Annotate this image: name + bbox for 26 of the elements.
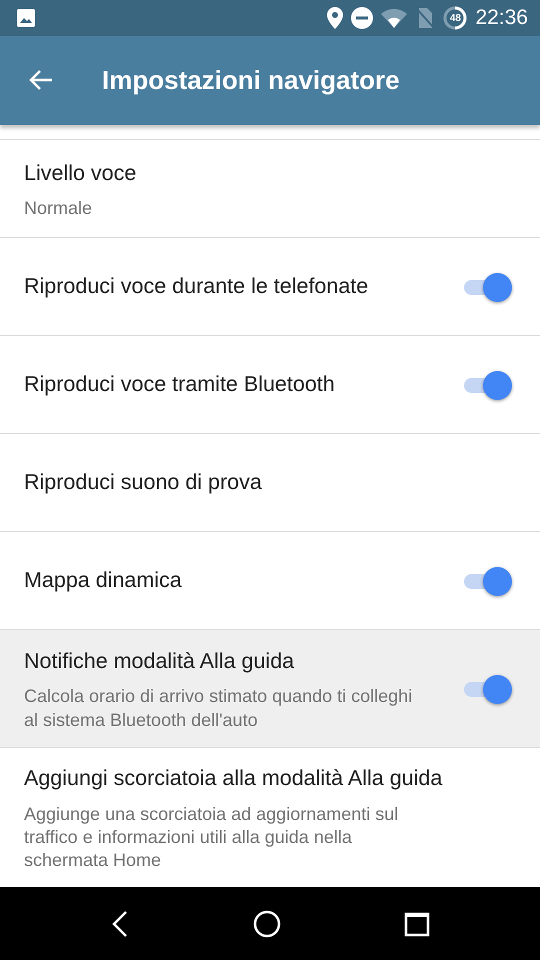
location-icon [327,7,344,29]
settings-row[interactable]: Livello voce Normale [0,140,540,238]
settings-row[interactable]: Notifiche modalità Alla guida Calcola orario di arrivo stimato quando ti colleghi al sistema Bluetooth dell'auto [0,630,540,748]
setting-title: Riproduci voce durante le telefonate [24,273,370,300]
setting-summary: Normale [24,196,94,220]
setting-title: Riproduci suono di prova [24,469,263,496]
setting-summary: Calcola orario di arrivo stimato quando ti colleghi al sistema Bluetooth dell'auto [24,685,414,732]
battery-indicator: 48 [443,6,468,30]
recents-icon [404,910,430,936]
setting-title: Notifiche modalità Alla guida [24,648,296,675]
settings-row[interactable]: Riproduci voce durante le telefonate [0,238,540,336]
do-not-disturb-icon [351,7,374,29]
setting-title: Mappa dinamica [24,567,183,594]
setting-title: Aggiungi scorciatoia alla modalità Alla guida [24,765,444,792]
setting-title: Riproduci voce tramite Bluetooth [24,371,336,398]
back-arrow-icon [28,68,54,92]
settings-row[interactable]: Riproduci suono di prova [0,434,540,532]
setting-title: Livello voce [24,160,138,187]
image-icon [16,8,36,28]
setting-summary: Aggiunge una scorciatoia ad aggiornamenti sul traffico e informazioni utili alla guida nella schermata Home [24,802,400,872]
home-icon [252,910,281,938]
back-icon [110,908,130,938]
settings-row[interactable]: Riproduci voce tramite Bluetooth [0,336,540,434]
wifi-icon [381,8,408,28]
clock: 22:36 [475,5,528,32]
app-bar-title: Impostazioni navigatore [102,64,400,97]
